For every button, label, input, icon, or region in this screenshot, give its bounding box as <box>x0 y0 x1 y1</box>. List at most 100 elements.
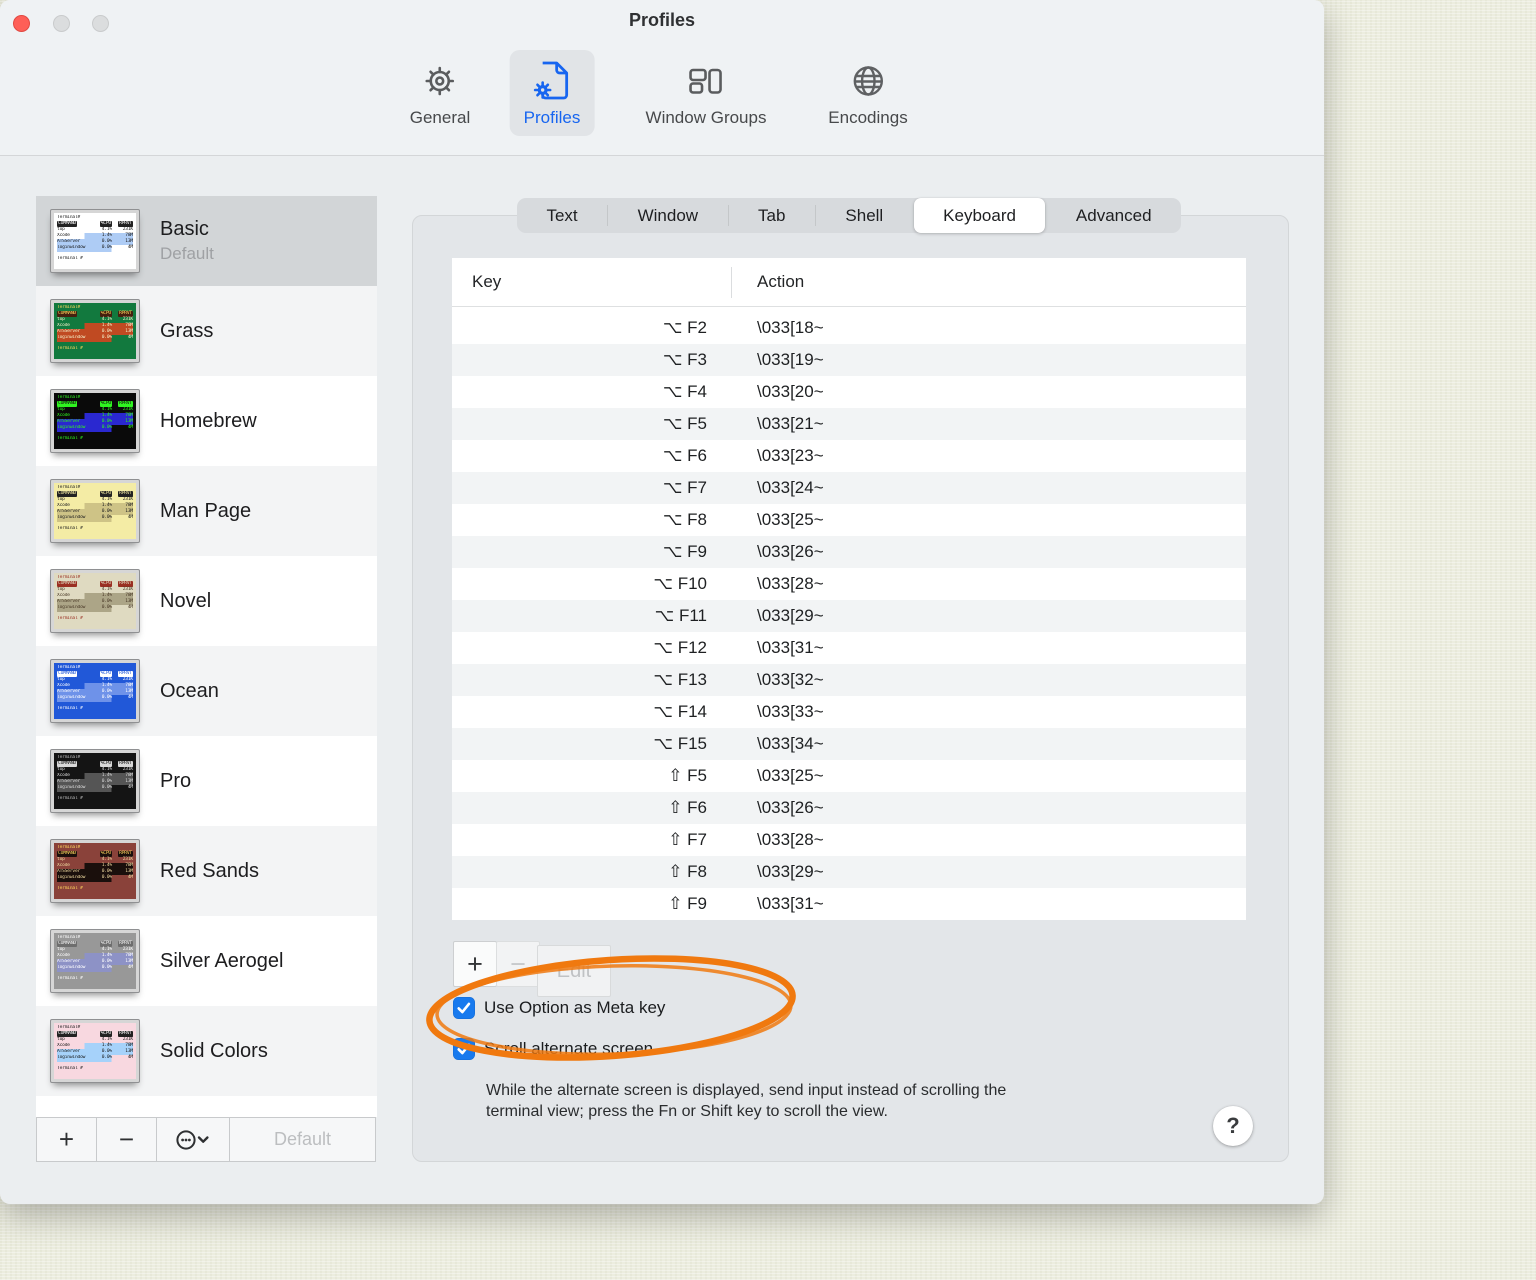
profile-list-actions: + − Default <box>36 1117 377 1162</box>
profile-row-ocean[interactable]: Terminal# COMMAND %CPU RPRVT top 4.1% 231K Xcod… <box>36 646 377 736</box>
key-binding-row[interactable]: ⌥ F13 \033[32~ <box>452 664 1246 696</box>
mini-terminal-preview: Terminal# COMMAND %CPU RPRVT top 4.1% 231K Xcod… <box>54 753 136 809</box>
binding-action: \033[23~ <box>757 446 824 465</box>
profile-name: Man Page <box>160 499 252 522</box>
add-profile-button[interactable]: + <box>36 1117 97 1162</box>
toolbar-label: Window Groups <box>645 108 767 127</box>
column-divider[interactable] <box>731 267 732 298</box>
profile-thumbnail: Terminal# COMMAND %CPU RPRVT top 4.1% 231K Xcod… <box>50 659 140 723</box>
checkbox-checked-icon[interactable] <box>453 1038 475 1060</box>
key-bindings-table: Key Action ⌥ F2 \033[18~ ⌥ F3 \033[19~ ⌥ F4 \… <box>452 258 1246 920</box>
profile-name: Pro <box>160 769 192 792</box>
edit-binding-button: Edit <box>537 945 611 997</box>
binding-key: ⌥ F6 <box>662 446 707 465</box>
toolbar-item-profiles[interactable]: Profiles <box>509 50 595 136</box>
checkbox-label: Use Option as Meta key <box>484 998 666 1017</box>
mini-terminal-preview: Terminal# COMMAND %CPU RPRVT top 4.1% 231K Xcod… <box>54 573 136 629</box>
tab-keyboard[interactable]: Keyboard <box>913 198 1046 233</box>
column-header-action: Action <box>757 272 805 291</box>
table-body: ⌥ F2 \033[18~ ⌥ F3 \033[19~ ⌥ F4 \033[20~ ⌥ F5… <box>452 307 1246 920</box>
key-binding-row[interactable]: ⌥ F8 \033[25~ <box>452 504 1246 536</box>
checkbox-checked-icon[interactable] <box>453 997 475 1019</box>
toolbar-label: General <box>409 108 471 127</box>
tab-shell[interactable]: Shell <box>816 198 913 233</box>
key-binding-row[interactable]: ⇧ F5 \033[25~ <box>452 760 1246 792</box>
key-binding-row[interactable]: ⌥ F9 \033[26~ <box>452 536 1246 568</box>
tab-text[interactable]: Text <box>517 198 607 233</box>
binding-action: \033[25~ <box>757 766 824 785</box>
profile-name: Homebrew <box>160 409 257 432</box>
footnote-line: terminal view; press the Fn or Shift key… <box>486 1103 888 1120</box>
key-binding-row[interactable]: ⌥ F10 \033[28~ <box>452 568 1246 600</box>
key-binding-row[interactable]: ⌥ F3 \033[19~ <box>452 344 1246 376</box>
binding-key: ⌥ F10 <box>653 574 707 593</box>
mini-terminal-preview: Terminal# COMMAND %CPU RPRVT top 4.1% 231K Xcod… <box>54 843 136 899</box>
binding-key: ⇧ F5 <box>668 766 707 785</box>
footnote-line: While the alternate screen is displayed,… <box>486 1082 1007 1099</box>
profile-row-basic[interactable]: Terminal# COMMAND %CPU RPRVT top 4.1% 231K Xcod… <box>36 196 377 286</box>
binding-action: \033[31~ <box>757 894 824 913</box>
profile-row-red-sands[interactable]: Terminal# COMMAND %CPU RPRVT top 4.1% 231K Xcod… <box>36 826 377 916</box>
profile-name: Grass <box>160 319 214 342</box>
binding-action: \033[33~ <box>757 702 824 721</box>
toolbar-item-general[interactable]: General <box>396 50 484 136</box>
key-binding-row[interactable]: ⌥ F2 \033[18~ <box>452 312 1246 344</box>
key-binding-row[interactable]: ⇧ F6 \033[26~ <box>452 792 1246 824</box>
tab-window[interactable]: Window <box>608 198 727 233</box>
profile-row-solid-colors[interactable]: Terminal# COMMAND %CPU RPRVT top 4.1% 231K Xcod… <box>36 1006 377 1096</box>
profile-name: Basic <box>160 218 209 240</box>
key-binding-row[interactable]: ⌥ F14 \033[33~ <box>452 696 1246 728</box>
profile-row-homebrew[interactable]: Terminal# COMMAND %CPU RPRVT top 4.1% 231K Xcod… <box>36 376 377 466</box>
profile-name: Silver Aerogel <box>160 949 284 972</box>
tab-tab[interactable]: Tab <box>729 198 815 233</box>
toolbar-item-window-groups[interactable]: Window Groups <box>632 50 781 136</box>
profile-row-man-page[interactable]: Terminal# COMMAND %CPU RPRVT top 4.1% 231K Xcod… <box>36 466 377 556</box>
binding-action: \033[34~ <box>757 734 824 753</box>
profile-name: Ocean <box>160 679 219 702</box>
binding-key: ⌥ F2 <box>662 318 707 337</box>
remove-binding-button: − <box>496 941 540 987</box>
binding-action: \033[28~ <box>757 830 824 849</box>
mini-terminal-preview: Terminal# COMMAND %CPU RPRVT top 4.1% 231K Xcod… <box>54 1023 136 1079</box>
profile-row-silver-aerogel[interactable]: Terminal# COMMAND %CPU RPRVT top 4.1% 231K Xcod… <box>36 916 377 1006</box>
toolbar-item-encodings[interactable]: Encodings <box>814 50 921 136</box>
binding-key: ⌥ F12 <box>653 638 707 657</box>
help-button[interactable]: ? <box>1213 1106 1253 1146</box>
option-use-option-as-meta[interactable]: Use Option as Meta key <box>453 997 665 1019</box>
binding-key: ⌥ F9 <box>662 542 707 561</box>
key-binding-row[interactable]: ⌥ F4 \033[20~ <box>452 376 1246 408</box>
profile-row-pro[interactable]: Terminal# COMMAND %CPU RPRVT top 4.1% 231K Xcod… <box>36 736 377 826</box>
profile-thumbnail: Terminal# COMMAND %CPU RPRVT top 4.1% 231K Xcod… <box>50 749 140 813</box>
binding-key: ⇧ F8 <box>668 862 707 881</box>
mini-terminal-preview: Terminal# COMMAND %CPU RPRVT top 4.1% 231K Xcod… <box>54 483 136 539</box>
binding-key: ⌥ F11 <box>654 606 707 625</box>
key-binding-row[interactable]: ⇧ F8 \033[29~ <box>452 856 1246 888</box>
remove-profile-button[interactable]: − <box>96 1117 157 1162</box>
profile-thumbnail: Terminal# COMMAND %CPU RPRVT top 4.1% 231K Xcod… <box>50 839 140 903</box>
tab-advanced[interactable]: Advanced <box>1046 198 1181 233</box>
mini-terminal-preview: Terminal# COMMAND %CPU RPRVT top 4.1% 231K Xcod… <box>54 663 136 719</box>
window-groups-icon <box>689 68 723 94</box>
key-binding-row[interactable]: ⌥ F15 \033[34~ <box>452 728 1246 760</box>
option-scroll-alternate-screen[interactable]: Scroll alternate screen <box>453 1038 653 1060</box>
key-binding-row[interactable]: ⇧ F9 \033[31~ <box>452 888 1246 920</box>
profile-action-menu-button[interactable] <box>156 1117 230 1162</box>
binding-key: ⌥ F7 <box>662 478 707 497</box>
add-binding-button[interactable]: + <box>453 941 497 987</box>
key-binding-row[interactable]: ⌥ F11 \033[29~ <box>452 600 1246 632</box>
binding-action: \033[26~ <box>757 798 824 817</box>
key-binding-row[interactable]: ⇧ F7 \033[28~ <box>452 824 1246 856</box>
key-binding-row[interactable]: ⌥ F6 \033[23~ <box>452 440 1246 472</box>
key-binding-row[interactable]: ⌥ F5 \033[21~ <box>452 408 1246 440</box>
titlebar-toolbar: Profiles General Profiles Window Groups … <box>0 0 1324 156</box>
window-title: Profiles <box>628 10 696 30</box>
profile-thumbnail: Terminal# COMMAND %CPU RPRVT top 4.1% 231K Xcod… <box>50 299 140 363</box>
mini-terminal-preview: Terminal# COMMAND %CPU RPRVT top 4.1% 231K Xcod… <box>54 213 136 269</box>
profile-row-grass[interactable]: Terminal# COMMAND %CPU RPRVT top 4.1% 231K Xcod… <box>36 286 377 376</box>
toolbar-label: Encodings <box>828 108 908 127</box>
key-binding-row[interactable]: ⌥ F7 \033[24~ <box>452 472 1246 504</box>
key-binding-row[interactable]: ⌥ F12 \033[31~ <box>452 632 1246 664</box>
profile-thumbnail: Terminal# COMMAND %CPU RPRVT top 4.1% 231K Xcod… <box>50 1019 140 1083</box>
binding-action: \033[32~ <box>757 670 824 689</box>
profile-row-novel[interactable]: Terminal# COMMAND %CPU RPRVT top 4.1% 231K Xcod… <box>36 556 377 646</box>
